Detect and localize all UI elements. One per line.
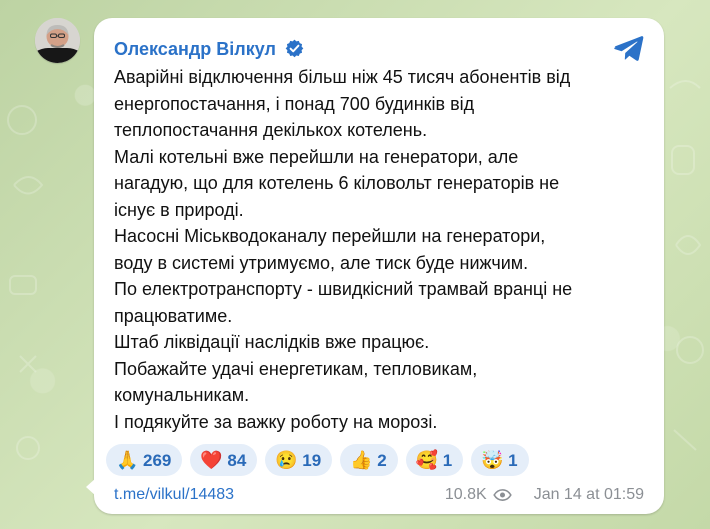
post-link[interactable]: t.me/vilkul/14483 (114, 486, 234, 504)
reaction-count: 2 (377, 450, 387, 470)
crying-face-icon: 😢 (275, 450, 298, 470)
telegram-icon[interactable] (611, 30, 646, 65)
reactions-bar: 🙏 269 ❤️ 84 😢 19 👍 2 🥰 1 🤯 1 (106, 444, 529, 476)
reaction-count: 84 (227, 450, 247, 470)
reaction-count: 19 (302, 450, 322, 470)
reaction-heart-button[interactable]: ❤️ 84 (190, 444, 258, 476)
message-line: теплопостачання декількох котелень. (114, 120, 428, 140)
message-line: І подякуйте за важку роботу на морозі. (114, 411, 438, 432)
post-date: Jan 14 at 01:59 (533, 486, 644, 503)
message-line: Насосні Міськводоканалу перейшли на гене… (114, 226, 546, 246)
view-count: 10.8K (444, 486, 487, 503)
thumbs-up-icon: 👍 (350, 450, 373, 470)
reaction-crying-button[interactable]: 😢 19 (265, 444, 333, 476)
reaction-smiling-hearts-button[interactable]: 🥰 1 (405, 444, 464, 476)
post-header: Олександр Вілкул (114, 38, 305, 59)
reaction-count: 1 (442, 450, 453, 470)
reaction-pray-button[interactable]: 🙏 269 (106, 444, 183, 476)
message-line: енергопостачання, і понад 700 будинків в… (114, 93, 475, 114)
verified-badge-icon (285, 39, 304, 58)
pray-icon: 🙏 (116, 450, 139, 470)
message-line: воду в системі утримуємо, але тиск буде … (114, 252, 529, 273)
person-photo-icon (35, 18, 80, 63)
exploding-head-icon: 🤯 (481, 450, 504, 470)
heart-icon: ❤️ (200, 450, 223, 470)
message-line: Побажайте удачі енергетикам, тепловикам, (114, 358, 478, 379)
reaction-thumbs-up-button[interactable]: 👍 2 (340, 444, 398, 476)
message-line: Аварійні відключення більш ніж 45 тисяч … (114, 67, 571, 87)
message-line: нагадую, що для котелень 6 кіловольт ген… (114, 173, 560, 193)
reaction-count: 269 (143, 450, 172, 470)
channel-post-card: Олександр Вілкул Аварійні відключення бі… (86, 18, 664, 514)
post-message: Аварійні відключення більш ніж 45 тисяч … (114, 64, 639, 435)
reaction-exploding-head-button[interactable]: 🤯 1 (471, 444, 529, 476)
post-meta: 10.8K Jan 14 at 01:59 (445, 486, 644, 504)
message-line: Штаб ліквідації наслідків вже працює. (114, 332, 430, 352)
smiling-hearts-icon: 🥰 (415, 450, 439, 470)
eye-icon (492, 489, 512, 501)
message-line: існує в природі. (114, 199, 244, 220)
author-name[interactable]: Олександр Вілкул (114, 39, 276, 59)
reaction-count: 1 (508, 450, 518, 470)
message-line: працюватиме. (114, 305, 233, 326)
message-line: По електротранспорту - швидкісний трамва… (114, 279, 573, 299)
author-avatar[interactable] (35, 18, 80, 63)
message-line: Малі котельні вже перейшли на генератори… (114, 146, 519, 167)
message-line: комунальникам. (114, 385, 250, 405)
